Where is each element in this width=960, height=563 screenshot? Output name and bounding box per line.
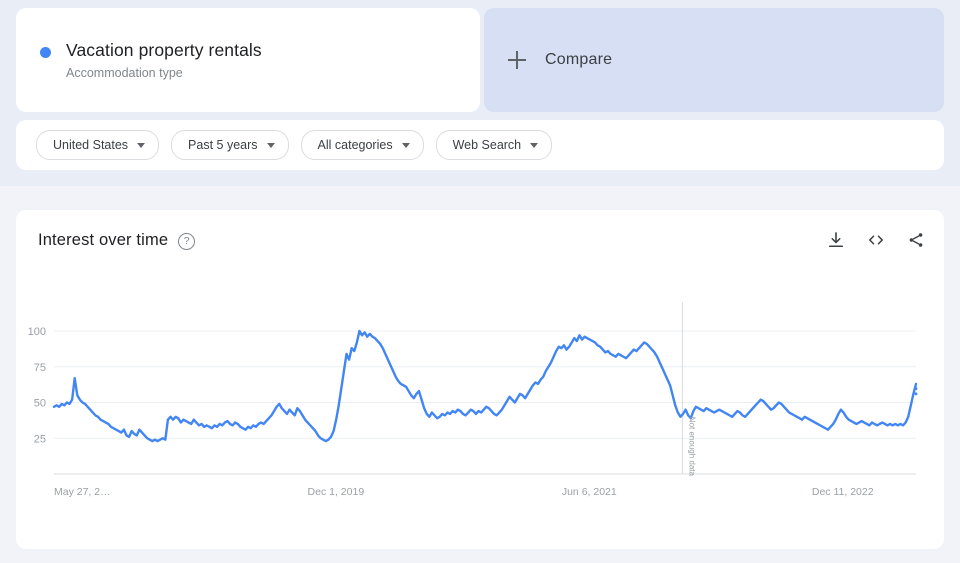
chart-annotation-not-enough-data: Not enough data: [687, 417, 696, 477]
svg-text:Not enough data: Not enough data: [687, 417, 696, 477]
filter-chip-category-label: All categories: [318, 138, 393, 152]
help-circle-icon[interactable]: ?: [178, 233, 195, 250]
chevron-down-icon: [402, 143, 410, 148]
search-term-title: Vacation property rentals: [66, 39, 262, 61]
svg-text:100: 100: [28, 326, 46, 338]
plus-icon: [508, 51, 526, 69]
filter-chip-search-type-label: Web Search: [453, 138, 522, 152]
filter-chip-time-range[interactable]: Past 5 years: [171, 130, 288, 160]
chart-y-axis-labels: 25 50 75 100: [28, 326, 46, 445]
search-term-card[interactable]: Vacation property rentals Accommodation …: [16, 8, 480, 112]
filter-chip-location[interactable]: United States: [36, 130, 159, 160]
search-term-row: Vacation property rentals Accommodation …: [16, 8, 944, 112]
filter-chip-location-label: United States: [53, 138, 128, 152]
svg-text:75: 75: [34, 362, 46, 374]
svg-text:Jun 6, 2021: Jun 6, 2021: [562, 486, 617, 498]
filter-chip-category[interactable]: All categories: [301, 130, 424, 160]
chevron-down-icon: [530, 143, 538, 148]
chart-svg: 25 50 75 100 Not enough data May 27, 2… Dec …: [16, 300, 944, 530]
compare-label: Compare: [545, 51, 612, 69]
filter-bar: United States Past 5 years All categorie…: [16, 120, 944, 170]
interest-over-time-card: Interest over time ?: [16, 210, 944, 549]
svg-text:50: 50: [34, 398, 46, 410]
series-color-dot: [40, 47, 51, 58]
chart-gridlines: [54, 331, 916, 438]
chart-x-axis-labels: May 27, 2… Dec 1, 2019 Jun 6, 2021 Dec 11, …: [54, 486, 874, 498]
chevron-down-icon: [267, 143, 275, 148]
chart-header: Interest over time ?: [38, 230, 926, 250]
search-term-texts: Vacation property rentals Accommodation …: [66, 39, 262, 81]
filter-chip-time-range-label: Past 5 years: [188, 138, 257, 152]
share-icon[interactable]: [906, 230, 926, 250]
chart-title: Interest over time: [38, 231, 168, 250]
svg-text:Dec 1, 2019: Dec 1, 2019: [308, 486, 365, 498]
filter-chip-search-type[interactable]: Web Search: [436, 130, 553, 160]
chevron-down-icon: [137, 143, 145, 148]
series-line-vacation-property-rentals: [54, 331, 916, 441]
chart-actions: [826, 230, 926, 250]
download-icon[interactable]: [826, 230, 846, 250]
embed-code-icon[interactable]: [866, 230, 886, 250]
svg-text:25: 25: [34, 433, 46, 445]
search-term-subtitle: Accommodation type: [66, 65, 262, 81]
svg-text:Dec 11, 2022: Dec 11, 2022: [812, 486, 874, 498]
interest-over-time-chart[interactable]: 25 50 75 100 Not enough data May 27, 2… Dec …: [16, 300, 944, 530]
svg-text:May 27, 2…: May 27, 2…: [54, 486, 111, 498]
compare-button[interactable]: Compare: [484, 8, 944, 112]
